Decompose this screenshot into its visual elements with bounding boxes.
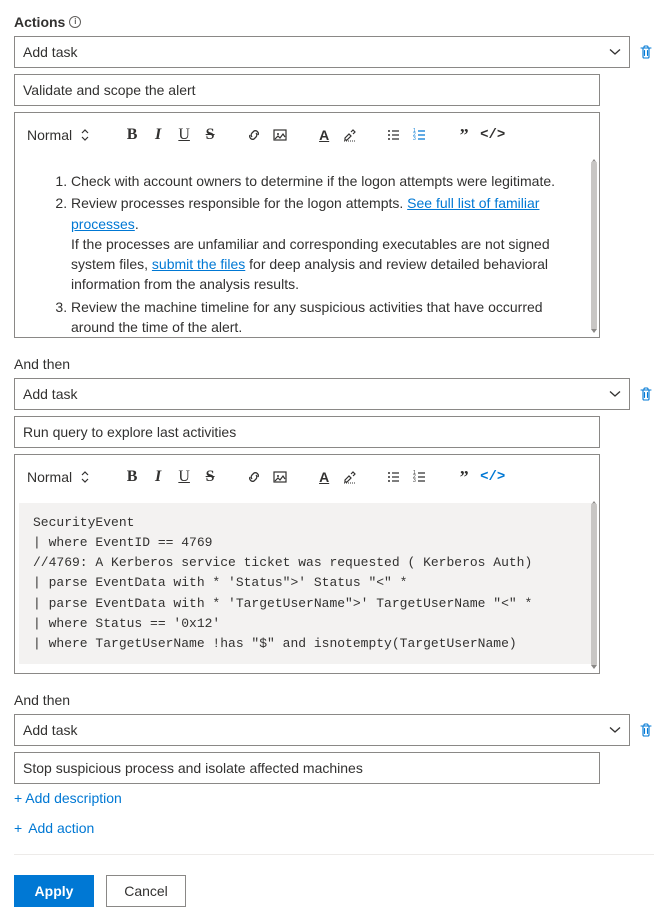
scrollbar[interactable]: [591, 161, 597, 331]
chevron-down-icon: [609, 388, 621, 400]
quote-button[interactable]: ”: [454, 123, 474, 147]
bold-button[interactable]: B: [122, 123, 142, 147]
strike-button[interactable]: S: [200, 465, 220, 489]
actions-title: Actions: [14, 14, 65, 30]
link-button[interactable]: [244, 123, 264, 147]
font-color-button[interactable]: A: [314, 465, 334, 489]
task-title-value: Validate and scope the alert: [23, 82, 196, 98]
code-button[interactable]: </>: [480, 465, 505, 489]
list-item: Review the machine timeline for any susp…: [71, 297, 581, 337]
task-title-value: Run query to explore last activities: [23, 424, 236, 440]
number-list-button[interactable]: 123: [410, 465, 430, 489]
toolbar: Normal B I U S A 123 ” </>: [15, 455, 599, 499]
strike-button[interactable]: S: [200, 123, 220, 147]
task-type-value: Add task: [23, 386, 77, 402]
link-button[interactable]: [244, 465, 264, 489]
format-select[interactable]: Normal: [27, 469, 90, 485]
list-item: Review processes responsible for the log…: [71, 193, 581, 294]
highlight-button[interactable]: [340, 465, 360, 489]
bullet-list-button[interactable]: [384, 123, 404, 147]
footer: Apply Cancel: [14, 875, 654, 907]
cancel-button[interactable]: Cancel: [106, 875, 186, 907]
task-title-input-3[interactable]: Stop suspicious process and isolate affe…: [14, 752, 600, 784]
italic-button[interactable]: I: [148, 123, 168, 147]
scrollbar[interactable]: [591, 503, 597, 667]
scroll-down-icon[interactable]: [590, 327, 598, 335]
task-type-value: Add task: [23, 44, 77, 60]
rich-editor-2: Normal B I U S A 123 ” </> Sec: [14, 454, 600, 674]
actions-header: Actions i: [14, 14, 654, 30]
svg-text:3: 3: [413, 136, 416, 142]
image-button[interactable]: [270, 465, 290, 489]
task-type-select-1[interactable]: Add task: [14, 36, 630, 68]
task-title-input-1[interactable]: Validate and scope the alert: [14, 74, 600, 106]
image-button[interactable]: [270, 123, 290, 147]
and-then-label: And then: [14, 692, 654, 708]
chevron-down-icon: [609, 46, 621, 58]
svg-text:3: 3: [413, 478, 416, 484]
code-button[interactable]: </>: [480, 123, 505, 147]
bullet-list-button[interactable]: [384, 465, 404, 489]
delete-icon[interactable]: [638, 44, 654, 60]
task-type-value: Add task: [23, 722, 77, 738]
delete-icon[interactable]: [638, 386, 654, 402]
delete-icon[interactable]: [638, 722, 654, 738]
plus-icon: +: [14, 820, 22, 836]
toolbar: Normal B I U S A 123 ” </>: [15, 113, 599, 157]
divider: [14, 854, 654, 855]
list-item: Check with account owners to determine i…: [71, 171, 581, 191]
editor-content-1[interactable]: Check with account owners to determine i…: [15, 157, 599, 337]
updown-icon: [80, 129, 90, 141]
scroll-down-icon[interactable]: [590, 663, 598, 671]
info-icon[interactable]: i: [69, 16, 81, 28]
format-select[interactable]: Normal: [27, 127, 90, 143]
bold-button[interactable]: B: [122, 465, 142, 489]
task-title-value: Stop suspicious process and isolate affe…: [23, 760, 363, 776]
task-type-select-3[interactable]: Add task: [14, 714, 630, 746]
link-submit-files[interactable]: submit the files: [152, 256, 245, 272]
rich-editor-1: Normal B I U S A 123 ” </>: [14, 112, 600, 338]
updown-icon: [80, 471, 90, 483]
number-list-button[interactable]: 123: [410, 123, 430, 147]
underline-button[interactable]: U: [174, 123, 194, 147]
font-color-button[interactable]: A: [314, 123, 334, 147]
underline-button[interactable]: U: [174, 465, 194, 489]
highlight-button[interactable]: [340, 123, 360, 147]
add-action-link[interactable]: + Add action: [14, 820, 654, 836]
task-type-select-2[interactable]: Add task: [14, 378, 630, 410]
task-title-input-2[interactable]: Run query to explore last activities: [14, 416, 600, 448]
italic-button[interactable]: I: [148, 465, 168, 489]
add-description-link[interactable]: + Add description: [14, 790, 654, 806]
chevron-down-icon: [609, 724, 621, 736]
and-then-label: And then: [14, 356, 654, 372]
apply-button[interactable]: Apply: [14, 875, 94, 907]
code-block[interactable]: SecurityEvent | where EventID == 4769 //…: [19, 503, 595, 664]
quote-button[interactable]: ”: [454, 465, 474, 489]
